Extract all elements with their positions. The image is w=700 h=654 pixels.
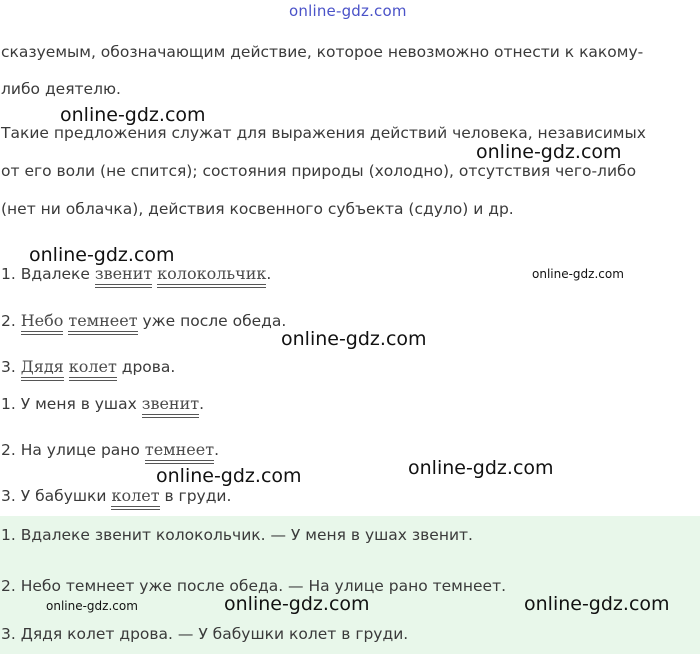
predicate: колет <box>111 486 160 507</box>
top-watermark: online-gdz.com <box>289 2 407 20</box>
sentence-end: . <box>266 265 272 283</box>
theory-line-1: сказуемым, обозначающим действие, которо… <box>1 43 644 61</box>
sentence-end: . <box>214 441 220 459</box>
sentence-text: 3. <box>1 358 21 376</box>
sentence-text: 2. На улице рано <box>1 441 145 459</box>
sentence-1-3: 3. Дядя колет дрова. <box>1 357 175 378</box>
answer-line-1: 1. Вдалеке звенит колокольчик. — У меня … <box>1 526 473 544</box>
watermark: online-gdz.com <box>476 141 622 163</box>
sentence-2-3: 3. У бабушки колет в груди. <box>1 486 231 507</box>
predicate: звенит <box>94 264 153 285</box>
watermark: online-gdz.com <box>532 267 624 281</box>
predicate: звенит <box>141 394 200 415</box>
watermark: online-gdz.com <box>281 328 427 350</box>
sentence-text: 3. У бабушки <box>1 487 112 505</box>
sentence-1-1: 1. Вдалеке звенит колокольчик. <box>1 264 271 285</box>
watermark: online-gdz.com <box>60 104 206 126</box>
theory-line-3: Такие предложения служат для выражения д… <box>1 124 646 142</box>
sentence-end: уже после обеда. <box>137 312 287 330</box>
sentence-text: 1. У меня в ушах <box>1 395 142 413</box>
sentence-end: . <box>199 395 205 413</box>
watermark: online-gdz.com <box>29 244 175 266</box>
sentence-1-2: 2. Небо темнеет уже после обеда. <box>1 311 286 332</box>
theory-line-5: (нет ни облачка), действия косвенного су… <box>1 200 514 218</box>
watermark: online-gdz.com <box>408 457 554 479</box>
subject: колокольчик <box>157 264 267 285</box>
theory-line-4: от его воли (не спится); состояния приро… <box>1 162 637 180</box>
subject: Дядя <box>20 357 64 378</box>
watermark: online-gdz.com <box>156 465 302 487</box>
subject: Небо <box>20 311 64 332</box>
predicate: темнеет <box>68 311 138 332</box>
theory-line-2: либо деятелю. <box>1 80 121 98</box>
sentence-end: дрова. <box>116 358 176 376</box>
sentence-end: в груди. <box>159 487 232 505</box>
predicate: колет <box>68 357 117 378</box>
sentence-2-1: 1. У меня в ушах звенит. <box>1 394 204 415</box>
watermark: online-gdz.com <box>224 593 370 615</box>
watermark: online-gdz.com <box>524 593 670 615</box>
answer-line-3: 3. Дядя колет дрова. — У бабушки колет в… <box>1 625 409 643</box>
predicate: темнеет <box>144 440 215 461</box>
sentence-text: 1. Вдалеке <box>1 265 95 283</box>
sentence-text: 2. <box>1 312 21 330</box>
sentence-2-2: 2. На улице рано темнеет. <box>1 440 219 461</box>
watermark: online-gdz.com <box>46 599 138 613</box>
